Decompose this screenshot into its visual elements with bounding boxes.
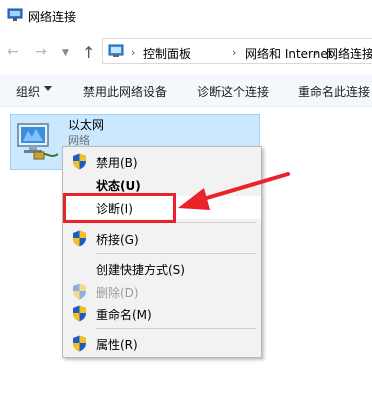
breadcrumb-separator-icon: › xyxy=(131,46,136,59)
adapter-name: 以太网 xyxy=(68,118,105,132)
menu-item-rename[interactable]: 重命名(M) xyxy=(63,302,261,325)
uac-shield-icon xyxy=(73,230,86,247)
menu-item-create-shortcut[interactable]: 创建快捷方式(S) xyxy=(63,257,261,280)
menu-item-bridge[interactable]: 桥接(G) xyxy=(63,227,261,250)
disable-device-button[interactable]: 禁用此网络设备 xyxy=(83,83,167,100)
control-panel-icon xyxy=(108,44,124,57)
menu-item-label: 重命名(M) xyxy=(96,308,152,322)
menu-item-properties[interactable]: 属性(R) xyxy=(63,332,261,355)
uac-shield-icon xyxy=(73,283,86,300)
annotation-highlight-box xyxy=(63,193,176,223)
uac-shield-icon xyxy=(73,335,86,352)
up-arrow-icon[interactable]: ↑ xyxy=(82,43,95,62)
breadcrumb-network-connections[interactable]: 网络连接 xyxy=(326,45,372,62)
menu-item-label: 桥接(G) xyxy=(96,233,139,247)
menu-item-delete: 删除(D) xyxy=(63,280,261,303)
menu-item-label: 创建快捷方式(S) xyxy=(96,263,185,277)
ethernet-adapter-icon xyxy=(17,123,59,160)
uac-shield-icon xyxy=(73,153,86,170)
breadcrumb-network-internet[interactable]: 网络和 Internet xyxy=(245,45,332,62)
menu-item-label: 属性(R) xyxy=(96,338,138,352)
breadcrumb-control-panel[interactable]: 控制面板 xyxy=(143,45,191,62)
menu-item-label: 删除(D) xyxy=(96,286,139,300)
breadcrumb-separator-icon: › xyxy=(232,46,237,59)
annotation-arrow-icon xyxy=(178,172,290,210)
organize-button[interactable]: 组织 xyxy=(16,83,40,100)
network-connections-icon xyxy=(7,8,23,21)
window-title: 网络连接 xyxy=(28,10,77,24)
rename-connection-button[interactable]: 重命名此连接 xyxy=(298,83,372,100)
back-arrow-icon[interactable]: ← xyxy=(7,45,19,59)
menu-item-label: 禁用(B) xyxy=(96,156,138,170)
recent-locations-chevron-icon[interactable]: ▼ xyxy=(62,48,69,58)
diagnose-connection-button[interactable]: 诊断这个连接 xyxy=(197,83,269,100)
uac-shield-icon xyxy=(73,305,86,322)
menu-separator xyxy=(96,328,256,329)
menu-item-label: 状态(U) xyxy=(96,179,141,193)
breadcrumb-separator-icon: › xyxy=(314,46,319,59)
menu-separator xyxy=(96,253,256,254)
forward-arrow-icon[interactable]: → xyxy=(35,45,47,59)
chevron-down-icon[interactable] xyxy=(44,86,52,91)
